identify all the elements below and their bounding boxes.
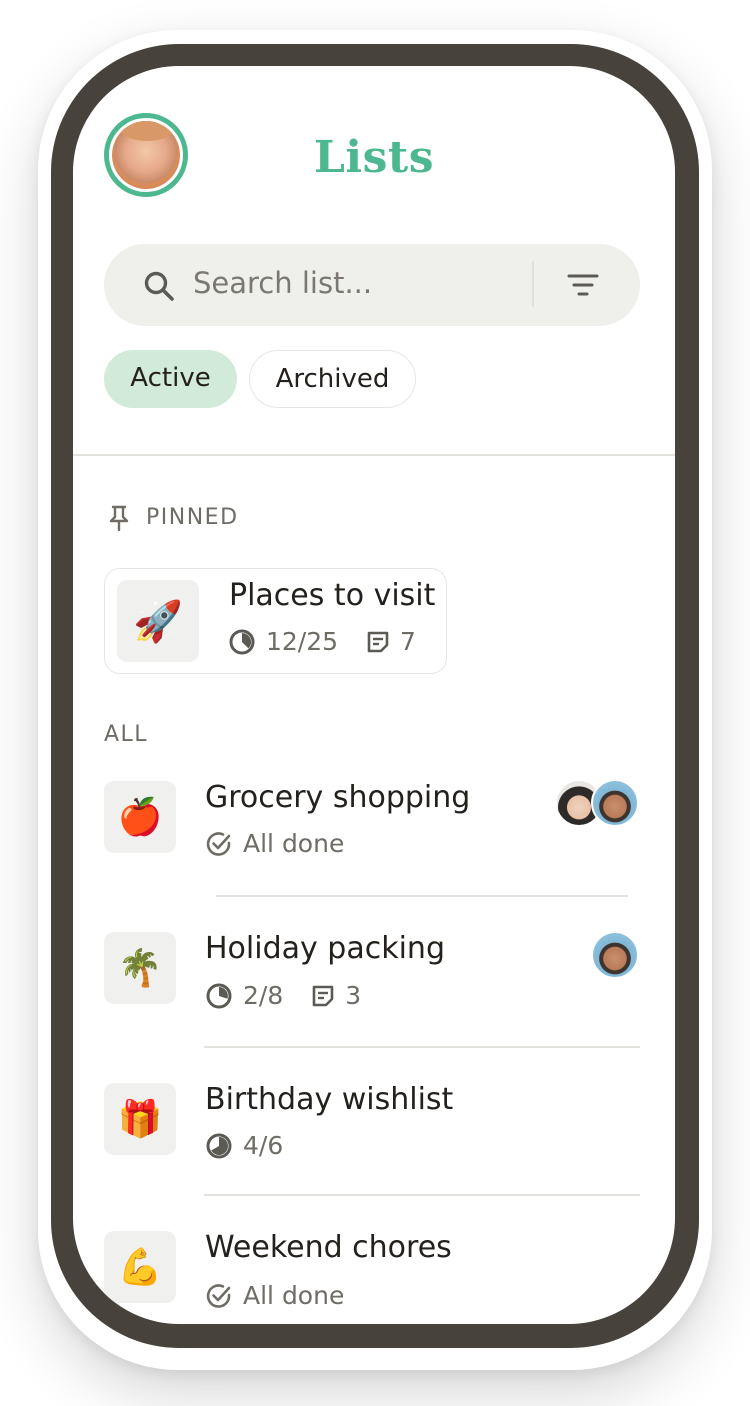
notes-count: 7 (400, 627, 416, 656)
list-title: Holiday packing (205, 931, 445, 966)
progress-icon (206, 1133, 232, 1158)
check-circle-icon (206, 1283, 231, 1308)
status-text: All done (243, 1281, 345, 1310)
list-divider (204, 1194, 640, 1196)
list-item[interactable]: 🍎 Grocery shopping All done (73, 766, 675, 896)
list-title: Grocery shopping (205, 780, 471, 815)
filter-icon[interactable] (566, 271, 600, 299)
progress-count: 12/25 (266, 627, 339, 656)
list-icon-tile: 🚀 (117, 580, 199, 662)
list-item[interactable]: 🌴 Holiday packing 2/8 3 (73, 917, 675, 1047)
section-label-all: ALL (104, 722, 149, 747)
search-icon (144, 271, 174, 301)
pinned-list-card[interactable]: 🚀 Places to visit 12/25 7 (104, 568, 447, 674)
app-screen: Lists Active Archived PINNED 🚀 Places to… (73, 66, 675, 1324)
progress-icon (206, 983, 232, 1008)
list-item[interactable]: 🎁 Birthday wishlist 4/6 (73, 1068, 675, 1198)
notes-icon (367, 631, 389, 652)
notes-count: 3 (345, 981, 362, 1010)
search-divider (532, 261, 534, 307)
check-circle-icon (206, 831, 231, 856)
section-label-pinned: PINNED (146, 505, 239, 530)
progress-count: 2/8 (243, 981, 284, 1010)
list-icon-tile: 💪 (104, 1231, 176, 1303)
list-meta: 12/25 7 (228, 627, 416, 656)
list-meta: All done (205, 829, 344, 858)
page-title: Lists (313, 132, 435, 183)
list-divider (216, 895, 628, 897)
collaborator-avatar[interactable] (591, 931, 639, 979)
list-title: Weekend chores (205, 1230, 452, 1265)
progress-count: 4/6 (243, 1131, 284, 1160)
list-meta: All done (205, 1281, 344, 1310)
list-title: Places to visit (229, 578, 436, 613)
list-icon-tile: 🌴 (104, 932, 176, 1004)
list-icon-tile: 🍎 (104, 781, 176, 853)
tab-active[interactable]: Active (104, 350, 237, 408)
progress-icon (229, 629, 255, 654)
pin-icon (109, 505, 129, 531)
header-divider (73, 454, 675, 456)
notes-icon (312, 985, 334, 1006)
list-item[interactable]: 💪 Weekend chores All done (73, 1216, 675, 1324)
list-title: Birthday wishlist (205, 1082, 454, 1117)
list-icon-tile: 🎁 (104, 1083, 176, 1155)
search-bar[interactable] (104, 244, 640, 326)
list-divider (204, 1046, 640, 1048)
status-text: All done (243, 829, 345, 858)
search-input[interactable] (193, 266, 513, 300)
list-meta: 2/8 3 (205, 981, 361, 1010)
collaborator-avatar[interactable] (591, 779, 639, 827)
tab-archived[interactable]: Archived (249, 350, 416, 408)
list-meta: 4/6 (205, 1131, 283, 1160)
